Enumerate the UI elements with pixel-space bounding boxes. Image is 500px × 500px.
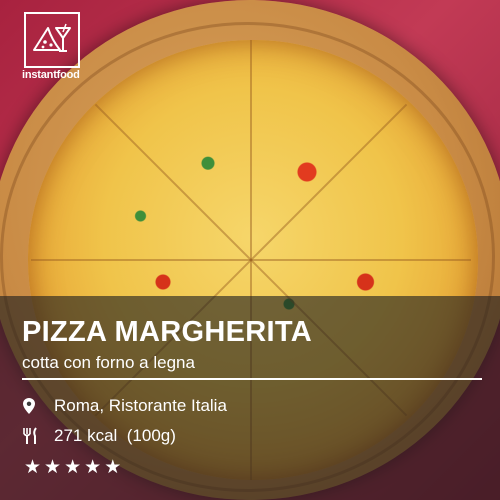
brand-logo[interactable] — [24, 12, 80, 68]
star-icon: ★ — [64, 457, 82, 478]
location-row: Roma, Ristorante Italia — [22, 396, 227, 416]
rating-stars: ★ ★ ★ ★ ★ — [24, 458, 121, 478]
divider — [22, 378, 482, 380]
star-icon: ★ — [104, 457, 122, 478]
brand-name: instantfood — [22, 69, 80, 81]
dish-subtitle: cotta con forno a legna — [22, 353, 195, 372]
calories-text: 271 kcal (100g) — [54, 426, 176, 445]
fork-knife-icon — [22, 426, 44, 446]
map-pin-icon — [22, 396, 44, 416]
location-text: Roma, Ristorante Italia — [54, 396, 227, 415]
star-icon: ★ — [24, 457, 42, 478]
calories-row: 271 kcal (100g) — [22, 426, 176, 446]
star-icon: ★ — [44, 457, 62, 478]
dish-title: PIZZA MARGHERITA — [22, 316, 312, 348]
pizza-cocktail-icon — [33, 23, 71, 52]
star-icon: ★ — [84, 457, 102, 478]
